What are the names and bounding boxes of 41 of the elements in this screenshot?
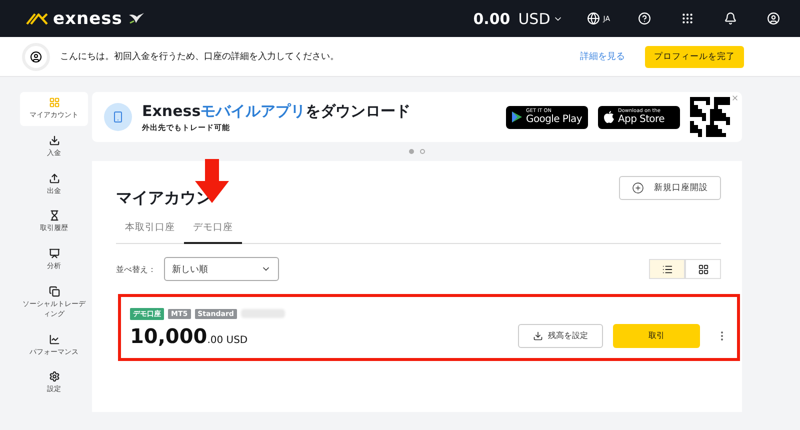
user-icon (30, 50, 42, 62)
carousel-dot[interactable] (409, 149, 414, 154)
phone-icon (104, 103, 132, 131)
upload-icon (48, 172, 60, 184)
grid-icon (698, 264, 708, 274)
apps-menu-icon[interactable] (681, 12, 694, 25)
hourglass-icon (48, 210, 60, 222)
carousel-dot[interactable] (420, 149, 425, 154)
apple-icon (604, 111, 614, 123)
bell-icon[interactable] (724, 12, 737, 25)
balance-dropdown[interactable]: 0.00 USD (473, 10, 564, 28)
complete-profile-button[interactable]: プロフィールを完了 (645, 46, 744, 68)
grid-view-button[interactable] (685, 259, 721, 279)
account-balance: 10,000.00 USD (130, 324, 249, 348)
user-icon[interactable] (767, 12, 780, 25)
new-account-button[interactable]: 新規口座開設 (619, 176, 721, 200)
apps-icon (48, 97, 60, 108)
annotation-arrow (194, 159, 230, 203)
sort-label: 並べ替え： (116, 264, 156, 274)
notice-message: こんにちは。初回入金を行うため、口座の詳細を入力してください。 (60, 50, 339, 63)
dove-icon (127, 10, 146, 26)
details-link[interactable]: 詳細を見る (580, 50, 625, 63)
logo-mark-icon (26, 12, 48, 24)
presentation-icon (48, 248, 60, 260)
logo-text: exness (53, 8, 122, 28)
banner-title: Exnessモバイルアプリ をダウンロード (142, 102, 412, 120)
sort-dropdown[interactable]: 新しい順 (164, 257, 279, 281)
chart-icon (48, 334, 60, 345)
download-icon (48, 134, 60, 146)
download-icon (533, 330, 543, 340)
account-tab[interactable]: 本取引口座 (116, 217, 184, 244)
trade-button[interactable]: 取引 (613, 324, 700, 348)
qr-code (690, 97, 730, 137)
close-icon[interactable] (731, 94, 739, 102)
account-tab[interactable]: デモ口座 (184, 217, 242, 244)
play-icon (512, 111, 522, 123)
help-icon[interactable] (638, 12, 651, 25)
plus-icon (632, 182, 644, 194)
settings-icon (48, 371, 60, 382)
copy-icon (48, 286, 60, 297)
set-balance-button[interactable]: 残高を設定 (518, 324, 603, 348)
